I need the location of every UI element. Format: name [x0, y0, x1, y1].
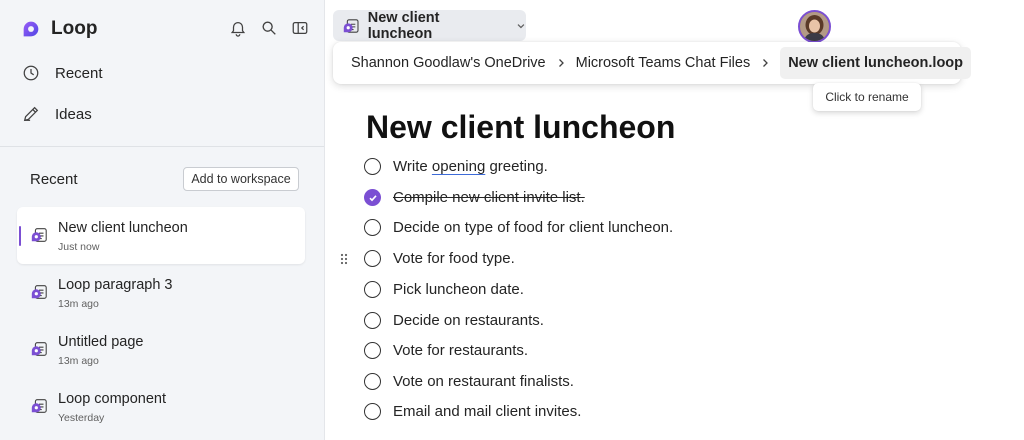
task-item[interactable]: Write opening greeting.	[364, 158, 548, 175]
chevron-right-icon	[556, 58, 566, 68]
chevron-down-icon	[517, 23, 525, 28]
recent-item-new-client-luncheon[interactable]: New client luncheon Just now	[17, 207, 305, 264]
nav-recent[interactable]: Recent	[22, 64, 103, 82]
breadcrumb-teams-chat-files[interactable]: Microsoft Teams Chat Files	[576, 55, 751, 71]
nav-ideas-label: Ideas	[55, 105, 92, 123]
page-title: New client luncheon	[367, 9, 440, 42]
task-text[interactable]: Email and mail client invites.	[393, 403, 581, 420]
recent-item-title: Untitled page	[58, 334, 144, 350]
loop-logo-icon	[23, 21, 39, 37]
task-text[interactable]: Vote for restaurants.	[393, 342, 528, 359]
task-text[interactable]: Compile new client invite list.	[393, 189, 585, 206]
task-checkbox[interactable]	[364, 342, 381, 359]
spellcheck-word[interactable]: opening	[432, 158, 485, 175]
loop-page-icon	[31, 342, 47, 356]
recent-item-time: Yesterday	[58, 412, 105, 424]
nav-recent-label: Recent	[55, 64, 103, 82]
loop-page-icon	[31, 399, 47, 413]
task-checkbox-checked[interactable]	[364, 189, 381, 206]
drag-handle-icon[interactable]	[340, 253, 348, 265]
task-checkbox[interactable]	[364, 312, 381, 329]
task-checkbox[interactable]	[364, 250, 381, 267]
rename-tooltip: Click to rename	[813, 83, 921, 111]
task-text[interactable]: Vote for food type.	[393, 250, 515, 267]
task-item[interactable]: Vote for food type.	[364, 250, 515, 267]
bell-icon[interactable]	[228, 18, 248, 38]
recent-item-untitled-page[interactable]: Untitled page 13m ago	[17, 321, 305, 378]
recent-item-title: Loop component	[58, 391, 167, 407]
clock-icon	[22, 64, 40, 82]
checkmark-icon	[368, 194, 377, 201]
task-item[interactable]: Email and mail client invites.	[364, 403, 581, 420]
add-to-workspace-button[interactable]: Add to workspace	[183, 167, 299, 191]
task-checkbox[interactable]	[364, 281, 381, 298]
recent-item-title: Loop paragraph 3	[58, 277, 173, 293]
collapse-sidebar-icon[interactable]	[290, 18, 310, 38]
loop-page-icon	[31, 285, 47, 299]
document-title[interactable]: New client luncheon	[366, 109, 675, 146]
task-text[interactable]: Write opening greeting.	[393, 158, 548, 175]
avatar[interactable]	[798, 10, 831, 43]
recent-item-time: 13m ago	[58, 298, 99, 310]
app-name: Loop	[51, 18, 98, 39]
recent-heading: Recent	[30, 171, 78, 188]
recent-item-loop-component[interactable]: Loop component Yesterday	[17, 378, 305, 435]
brand[interactable]: Loop	[20, 18, 97, 40]
loop-page-icon	[343, 18, 359, 33]
task-checkbox[interactable]	[364, 158, 381, 175]
nav-ideas[interactable]: Ideas	[22, 105, 92, 123]
recent-item-title: New client luncheon	[58, 220, 188, 236]
pen-icon	[22, 105, 40, 123]
active-indicator	[19, 226, 21, 246]
task-text[interactable]: Pick luncheon date.	[393, 281, 524, 298]
task-item[interactable]: Vote on restaurant finalists.	[364, 373, 574, 390]
sidebar: Loop Recent Ideas Recent Add to workspac…	[0, 0, 325, 440]
task-item[interactable]: Decide on type of food for client lunche…	[364, 219, 673, 236]
task-text[interactable]: Decide on type of food for client lunche…	[393, 219, 673, 236]
task-checkbox[interactable]	[364, 373, 381, 390]
loop-page-icon	[31, 228, 47, 242]
breadcrumb: Shannon Goodlaw's OneDrive Microsoft Tea…	[333, 42, 972, 84]
recent-item-time: Just now	[58, 241, 100, 253]
page-title-dropdown[interactable]: New client luncheon	[333, 9, 526, 42]
breadcrumb-filename[interactable]: New client luncheon.loop	[780, 47, 972, 79]
sidebar-divider	[0, 146, 324, 147]
task-item-completed[interactable]: Compile new client invite list.	[364, 189, 585, 206]
task-item[interactable]: Pick luncheon date.	[364, 281, 524, 298]
recent-item-time: 13m ago	[58, 355, 99, 367]
chevron-right-icon	[760, 58, 770, 68]
task-item[interactable]: Decide on restaurants.	[364, 312, 544, 329]
task-text[interactable]: Decide on restaurants.	[393, 312, 544, 329]
search-icon[interactable]	[259, 18, 279, 38]
task-checkbox[interactable]	[364, 219, 381, 236]
breadcrumb-onedrive[interactable]: Shannon Goodlaw's OneDrive	[351, 55, 546, 71]
task-text[interactable]: Vote on restaurant finalists.	[393, 373, 574, 390]
task-item[interactable]: Vote for restaurants.	[364, 342, 528, 359]
task-checkbox[interactable]	[364, 403, 381, 420]
recent-item-loop-paragraph-3[interactable]: Loop paragraph 3 13m ago	[17, 264, 305, 321]
